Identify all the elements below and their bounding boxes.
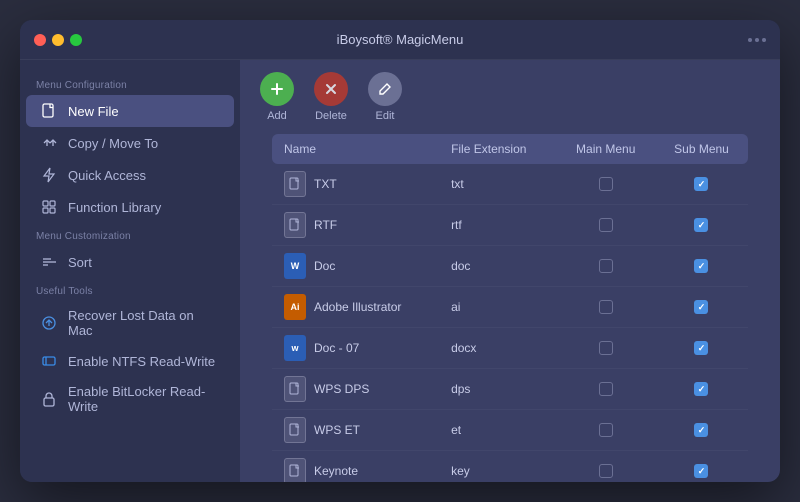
add-button[interactable]: Add — [260, 72, 294, 122]
delete-icon-circle — [314, 72, 348, 106]
cell-name: Ai Adobe Illustrator — [272, 287, 439, 328]
cell-name: w Doc - 07 — [272, 328, 439, 369]
cell-main[interactable] — [556, 328, 655, 369]
table-row[interactable]: Keynote key — [272, 451, 748, 483]
file-icon — [40, 102, 58, 120]
sidebar-item-new-file[interactable]: New File — [26, 95, 234, 127]
table-row[interactable]: WPS DPS dps — [272, 369, 748, 410]
sidebar-item-label: Function Library — [68, 200, 161, 215]
sidebar-item-label: Recover Lost Data on Mac — [68, 308, 220, 338]
cell-name: WPS ET — [272, 410, 439, 451]
add-label: Add — [267, 110, 287, 122]
more-options[interactable] — [748, 38, 766, 42]
lightning-icon — [40, 166, 58, 184]
cell-ext: docx — [439, 328, 556, 369]
traffic-lights — [34, 34, 82, 46]
cell-sub[interactable] — [655, 410, 748, 451]
main-panel: Add Delete — [240, 60, 780, 482]
edit-label: Edit — [376, 110, 395, 122]
col-ext: File Extension — [439, 134, 556, 164]
cell-sub[interactable] — [655, 328, 748, 369]
file-table: Name File Extension Main Menu Sub Menu — [272, 134, 748, 482]
cell-main[interactable] — [556, 205, 655, 246]
sidebar-item-label: Quick Access — [68, 168, 146, 183]
cell-sub[interactable] — [655, 287, 748, 328]
dot3 — [762, 38, 766, 42]
sidebar-item-copy-move[interactable]: Copy / Move To — [26, 127, 234, 159]
col-sub: Sub Menu — [655, 134, 748, 164]
sidebar-item-recover-data[interactable]: Recover Lost Data on Mac — [26, 301, 234, 345]
sidebar-item-label: Enable BitLocker Read-Write — [68, 384, 220, 414]
sidebar-item-label: Copy / Move To — [68, 136, 158, 151]
sidebar-item-ntfs[interactable]: Enable NTFS Read-Write — [26, 345, 234, 377]
cell-main[interactable] — [556, 369, 655, 410]
table-header-row: Name File Extension Main Menu Sub Menu — [272, 134, 748, 164]
cell-name: TXT — [272, 164, 439, 205]
cell-main[interactable] — [556, 287, 655, 328]
cell-sub[interactable] — [655, 205, 748, 246]
maximize-button[interactable] — [70, 34, 82, 46]
sidebar-item-quick-access[interactable]: Quick Access — [26, 159, 234, 191]
sidebar-item-label: Enable NTFS Read-Write — [68, 354, 215, 369]
dot2 — [755, 38, 759, 42]
close-button[interactable] — [34, 34, 46, 46]
toolbar: Add Delete — [240, 60, 780, 134]
sidebar-item-sort[interactable]: Sort — [26, 246, 234, 278]
table-row[interactable]: w Doc - 07 docx — [272, 328, 748, 369]
table-wrapper: Name File Extension Main Menu Sub Menu — [240, 134, 780, 482]
table-row[interactable]: W Doc doc — [272, 246, 748, 287]
cell-ext: txt — [439, 164, 556, 205]
cell-main[interactable] — [556, 451, 655, 483]
app-title: iBoysoft® MagicMenu — [337, 32, 464, 47]
cell-sub[interactable] — [655, 451, 748, 483]
sidebar-item-function-library[interactable]: Function Library — [26, 191, 234, 223]
cell-sub[interactable] — [655, 369, 748, 410]
sidebar-item-label: Sort — [68, 255, 92, 270]
cell-ext: dps — [439, 369, 556, 410]
sort-icon — [40, 253, 58, 271]
section-label-menu-config: Menu Configuration — [20, 72, 240, 95]
sidebar: Menu Configuration New File — [20, 60, 240, 482]
sidebar-item-bitlocker[interactable]: Enable BitLocker Read-Write — [26, 377, 234, 421]
dot1 — [748, 38, 752, 42]
cell-sub[interactable] — [655, 164, 748, 205]
delete-button[interactable]: Delete — [314, 72, 348, 122]
cell-ext: key — [439, 451, 556, 483]
cell-name: W Doc — [272, 246, 439, 287]
minimize-button[interactable] — [52, 34, 64, 46]
cell-name: RTF — [272, 205, 439, 246]
cell-name: Keynote — [272, 451, 439, 483]
cell-main[interactable] — [556, 410, 655, 451]
col-main: Main Menu — [556, 134, 655, 164]
table-container[interactable]: Name File Extension Main Menu Sub Menu — [256, 134, 764, 482]
cell-ext: rtf — [439, 205, 556, 246]
table-row[interactable]: Ai Adobe Illustrator ai — [272, 287, 748, 328]
titlebar: iBoysoft® MagicMenu — [20, 20, 780, 60]
col-name: Name — [272, 134, 439, 164]
delete-label: Delete — [315, 110, 347, 122]
section-label-menu-custom: Menu Customization — [20, 223, 240, 246]
cell-ext: ai — [439, 287, 556, 328]
cell-name: WPS DPS — [272, 369, 439, 410]
cell-ext: et — [439, 410, 556, 451]
cell-ext: doc — [439, 246, 556, 287]
table-row[interactable]: WPS ET et — [272, 410, 748, 451]
add-icon-circle — [260, 72, 294, 106]
ntfs-icon — [40, 352, 58, 370]
recover-icon — [40, 314, 58, 332]
grid-icon — [40, 198, 58, 216]
cell-main[interactable] — [556, 246, 655, 287]
copy-icon — [40, 134, 58, 152]
cell-main[interactable] — [556, 164, 655, 205]
section-label-useful-tools: Useful Tools — [20, 278, 240, 301]
table-row[interactable]: TXT txt — [272, 164, 748, 205]
app-window: iBoysoft® MagicMenu Menu Configuration N… — [20, 20, 780, 482]
bitlocker-icon — [40, 390, 58, 408]
edit-button[interactable]: Edit — [368, 72, 402, 122]
cell-sub[interactable] — [655, 246, 748, 287]
edit-icon-circle — [368, 72, 402, 106]
content-area: Menu Configuration New File — [20, 60, 780, 482]
sidebar-item-label: New File — [68, 104, 119, 119]
table-row[interactable]: RTF rtf — [272, 205, 748, 246]
